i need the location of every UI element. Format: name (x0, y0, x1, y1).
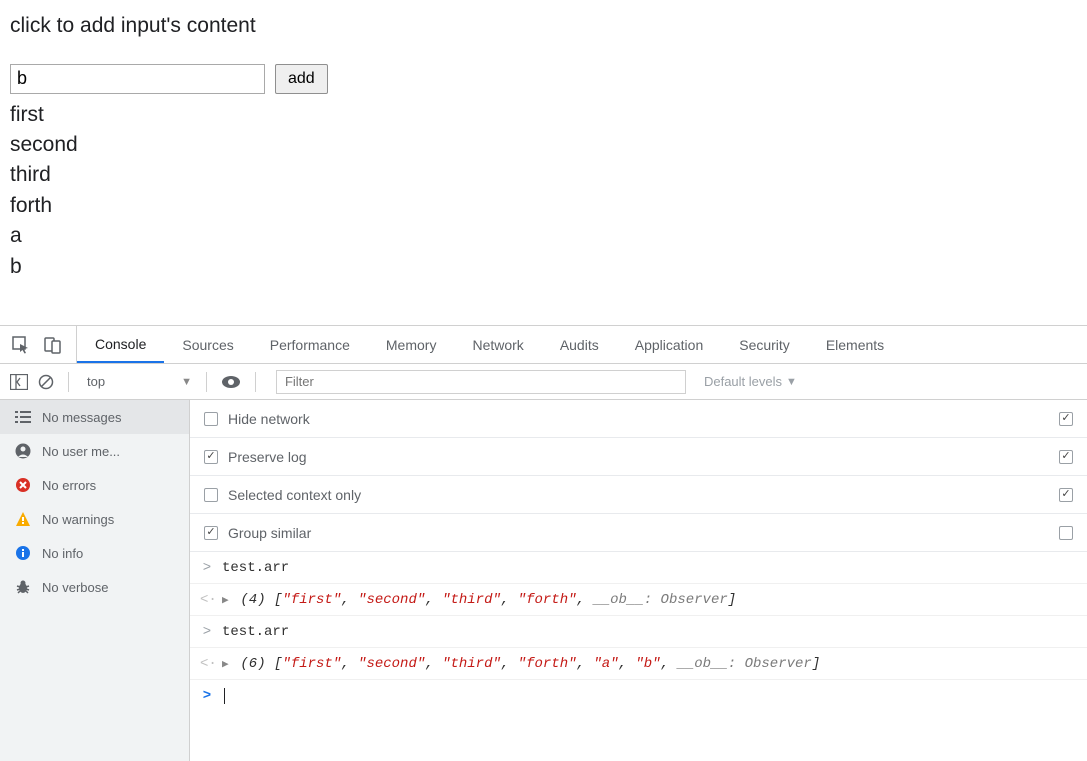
option-label: Hide network (228, 411, 310, 427)
user-icon (14, 442, 32, 460)
list-item: second (10, 130, 1077, 160)
levels-label: Default levels (704, 374, 782, 389)
list-item: third (10, 160, 1077, 190)
console-content: ▶ (6) ["first", "second", "third", "fort… (222, 656, 820, 672)
sidebar-item-warning[interactable]: No warnings (0, 502, 189, 536)
tab-network[interactable]: Network (454, 326, 541, 363)
device-icon[interactable] (44, 336, 62, 354)
sidebar-item-user[interactable]: No user me... (0, 434, 189, 468)
console-gutter: <· (200, 592, 214, 608)
item-input[interactable] (10, 64, 265, 94)
checkbox[interactable] (1059, 450, 1073, 464)
tab-memory[interactable]: Memory (368, 326, 455, 363)
checkbox[interactable] (1059, 412, 1073, 426)
eye-icon[interactable] (221, 375, 241, 389)
item-list: firstsecondthirdforthab (10, 100, 1077, 283)
checkbox[interactable] (204, 526, 218, 540)
list-item: forth (10, 191, 1077, 221)
sidebar-item-bug[interactable]: No verbose (0, 570, 189, 604)
console-content: ▶ (4) ["first", "second", "third", "fort… (222, 592, 736, 608)
sidebar-item-label: No info (42, 546, 83, 561)
list-item: a (10, 221, 1077, 251)
tab-console[interactable]: Console (77, 326, 164, 363)
console-gutter: <· (200, 656, 214, 672)
info-icon (14, 544, 32, 562)
devtools-panel: ConsoleSourcesPerformanceMemoryNetworkAu… (0, 325, 1087, 761)
checkbox[interactable] (1059, 488, 1073, 502)
console-line[interactable]: <· ▶ (4) ["first", "second", "third", "fo… (190, 584, 1087, 616)
list-item: first (10, 100, 1077, 130)
console-toolbar: top ▼ Default levels ▼ (0, 364, 1087, 400)
list-item: b (10, 252, 1077, 282)
tab-elements[interactable]: Elements (808, 326, 902, 363)
error-icon (14, 476, 32, 494)
sidebar-item-label: No errors (42, 478, 96, 493)
tab-application[interactable]: Application (617, 326, 722, 363)
separator (255, 372, 256, 392)
checkbox[interactable] (204, 488, 218, 502)
page-content: click to add input's content add firstse… (0, 0, 1087, 290)
sidebar-item-label: No user me... (42, 444, 120, 459)
checkbox[interactable] (1059, 526, 1073, 540)
console-content: test.arr (222, 624, 289, 640)
log-levels-selector[interactable]: Default levels ▼ (704, 374, 797, 389)
checkbox[interactable] (204, 450, 218, 464)
sidebar-item-label: No messages (42, 410, 121, 425)
console-line[interactable]: > test.arr (190, 616, 1087, 648)
context-selector[interactable]: top ▼ (83, 374, 192, 389)
bug-icon (14, 578, 32, 596)
prompt-icon: > (200, 688, 214, 704)
console-sidebar: No messages No user me... No errors No warn… (0, 400, 190, 761)
sidebar-item-label: No verbose (42, 580, 108, 595)
sidebar-item-label: No warnings (42, 512, 114, 527)
checkbox[interactable] (204, 412, 218, 426)
chevron-down-icon: ▼ (181, 376, 192, 388)
add-button[interactable]: add (275, 64, 328, 94)
tab-performance[interactable]: Performance (252, 326, 368, 363)
option-row: Group similar (190, 514, 1087, 552)
console-line[interactable]: <· ▶ (6) ["first", "second", "third", "fo… (190, 648, 1087, 680)
form-row: add (10, 64, 1077, 94)
sidebar-toggle-icon[interactable] (10, 374, 28, 390)
option-row: Preserve log (190, 438, 1087, 476)
page-title: click to add input's content (10, 10, 1077, 42)
console-prompt[interactable]: > (190, 680, 1087, 712)
list-icon (14, 408, 32, 426)
sidebar-item-list[interactable]: No messages (0, 400, 189, 434)
cursor (224, 688, 225, 704)
console-gutter: > (200, 560, 214, 576)
tab-security[interactable]: Security (721, 326, 808, 363)
option-row: Hide network (190, 400, 1087, 438)
filter-input[interactable] (276, 370, 686, 394)
console-main: Hide network Preserve log Selected context… (190, 400, 1087, 761)
console-line[interactable]: > test.arr (190, 552, 1087, 584)
console-output: > test.arr <· ▶ (4) ["first", "second", "th… (190, 552, 1087, 712)
separator (206, 372, 207, 392)
console-content: test.arr (222, 560, 289, 576)
sidebar-item-info[interactable]: No info (0, 536, 189, 570)
devtools-tabstrip: ConsoleSourcesPerformanceMemoryNetworkAu… (0, 326, 1087, 364)
option-row: Selected context only (190, 476, 1087, 514)
devtools-tablist: ConsoleSourcesPerformanceMemoryNetworkAu… (77, 326, 902, 363)
chevron-down-icon: ▼ (786, 376, 797, 388)
sidebar-item-error[interactable]: No errors (0, 468, 189, 502)
devtools-tab-icons (0, 326, 77, 363)
tab-sources[interactable]: Sources (164, 326, 251, 363)
option-label: Group similar (228, 525, 311, 541)
inspect-icon[interactable] (12, 336, 30, 354)
warning-icon (14, 510, 32, 528)
console-gutter: > (200, 624, 214, 640)
separator (68, 372, 69, 392)
option-label: Selected context only (228, 487, 361, 503)
devtools-body: No messages No user me... No errors No warn… (0, 400, 1087, 761)
option-label: Preserve log (228, 449, 307, 465)
tab-audits[interactable]: Audits (542, 326, 617, 363)
clear-console-icon[interactable] (38, 374, 54, 390)
context-label: top (87, 374, 105, 389)
console-options: Hide network Preserve log Selected context… (190, 400, 1087, 552)
